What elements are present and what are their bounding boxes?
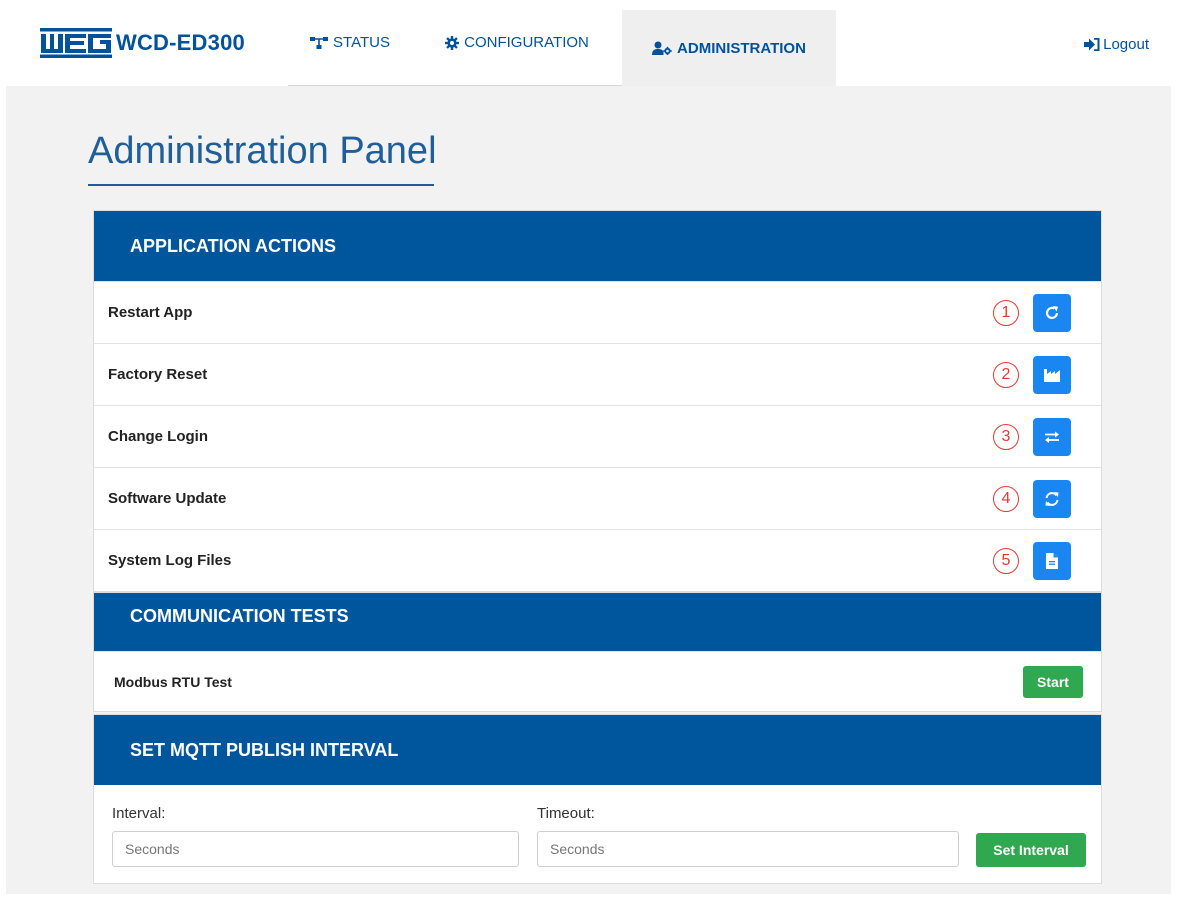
timeout-label: Timeout:: [537, 805, 595, 822]
weg-logo: [40, 28, 112, 58]
sitemap-icon: [310, 36, 329, 49]
action-row-restart-app: Restart App 1: [94, 281, 1101, 343]
system-log-files-button[interactable]: [1033, 541, 1071, 580]
redo-icon: [1045, 305, 1059, 319]
application-actions-card: APPLICATION ACTIONS Restart App 1 Factor…: [93, 210, 1102, 592]
start-test-button[interactable]: Start: [1023, 665, 1083, 698]
restart-app-button[interactable]: [1033, 293, 1071, 332]
tab-configuration-label: CONFIGURATION: [464, 34, 589, 51]
file-icon: [1046, 552, 1058, 569]
sign-out-icon: [1084, 38, 1100, 51]
industry-icon: [1044, 368, 1060, 382]
change-login-button[interactable]: [1033, 417, 1071, 456]
action-row-change-login: Change Login 3: [94, 405, 1101, 467]
change-login-label: Change Login: [108, 428, 208, 445]
top-navbar: WCD-ED300 STATUS CONFIGURATION ADMINISTR…: [0, 0, 1177, 86]
action-row-system-log-files: System Log Files 5: [94, 529, 1101, 591]
factory-reset-button[interactable]: [1033, 355, 1071, 394]
app-title: WCD-ED300: [116, 30, 245, 55]
interval-input[interactable]: [112, 831, 519, 867]
logout-label: Logout: [1103, 36, 1149, 53]
system-log-files-label: System Log Files: [108, 552, 232, 569]
tab-configuration[interactable]: CONFIGURATION: [412, 0, 622, 86]
tab-administration[interactable]: ADMINISTRATION: [622, 10, 836, 86]
mqtt-interval-header: SET MQTT PUBLISH INTERVAL: [94, 715, 1101, 785]
application-actions-header: APPLICATION ACTIONS: [94, 211, 1101, 281]
mqtt-interval-card: SET MQTT PUBLISH INTERVAL Interval: Time…: [93, 714, 1102, 884]
modbus-rtu-test-row: Modbus RTU Test Start: [94, 651, 1101, 711]
exchange-icon: [1045, 431, 1059, 443]
software-update-label: Software Update: [108, 490, 227, 507]
software-update-button[interactable]: [1033, 479, 1071, 518]
interval-label: Interval:: [112, 805, 166, 822]
sync-icon: [1045, 491, 1059, 506]
gear-icon: [445, 35, 460, 50]
tab-status[interactable]: STATUS: [288, 0, 412, 86]
brand[interactable]: WCD-ED300: [40, 28, 245, 58]
annotation-number-4: 4: [993, 485, 1019, 512]
factory-reset-label: Factory Reset: [108, 366, 208, 383]
modbus-rtu-test-label: Modbus RTU Test: [114, 673, 232, 690]
timeout-input[interactable]: [537, 831, 959, 867]
restart-app-label: Restart App: [108, 304, 193, 321]
annotation-number-5: 5: [993, 547, 1019, 574]
tab-status-label: STATUS: [333, 34, 390, 51]
action-row-software-update: Software Update 4: [94, 467, 1101, 529]
annotation-number-1: 1: [993, 299, 1019, 326]
annotation-number-3: 3: [993, 423, 1019, 450]
main-content: Administration Panel APPLICATION ACTIONS…: [6, 86, 1171, 894]
tab-administration-label: ADMINISTRATION: [677, 39, 806, 57]
communication-tests-card: COMMUNICATION TESTS Modbus RTU Test Star…: [93, 592, 1102, 712]
annotation-number-2: 2: [993, 361, 1019, 388]
communication-tests-header: COMMUNICATION TESTS: [94, 593, 1101, 651]
title-underline: [88, 184, 434, 186]
action-row-factory-reset: Factory Reset 2: [94, 343, 1101, 405]
user-cog-icon: [652, 41, 672, 55]
logout-link[interactable]: Logout: [1084, 36, 1149, 53]
page-title: Administration Panel: [88, 130, 437, 172]
set-interval-button[interactable]: Set Interval: [976, 833, 1086, 867]
